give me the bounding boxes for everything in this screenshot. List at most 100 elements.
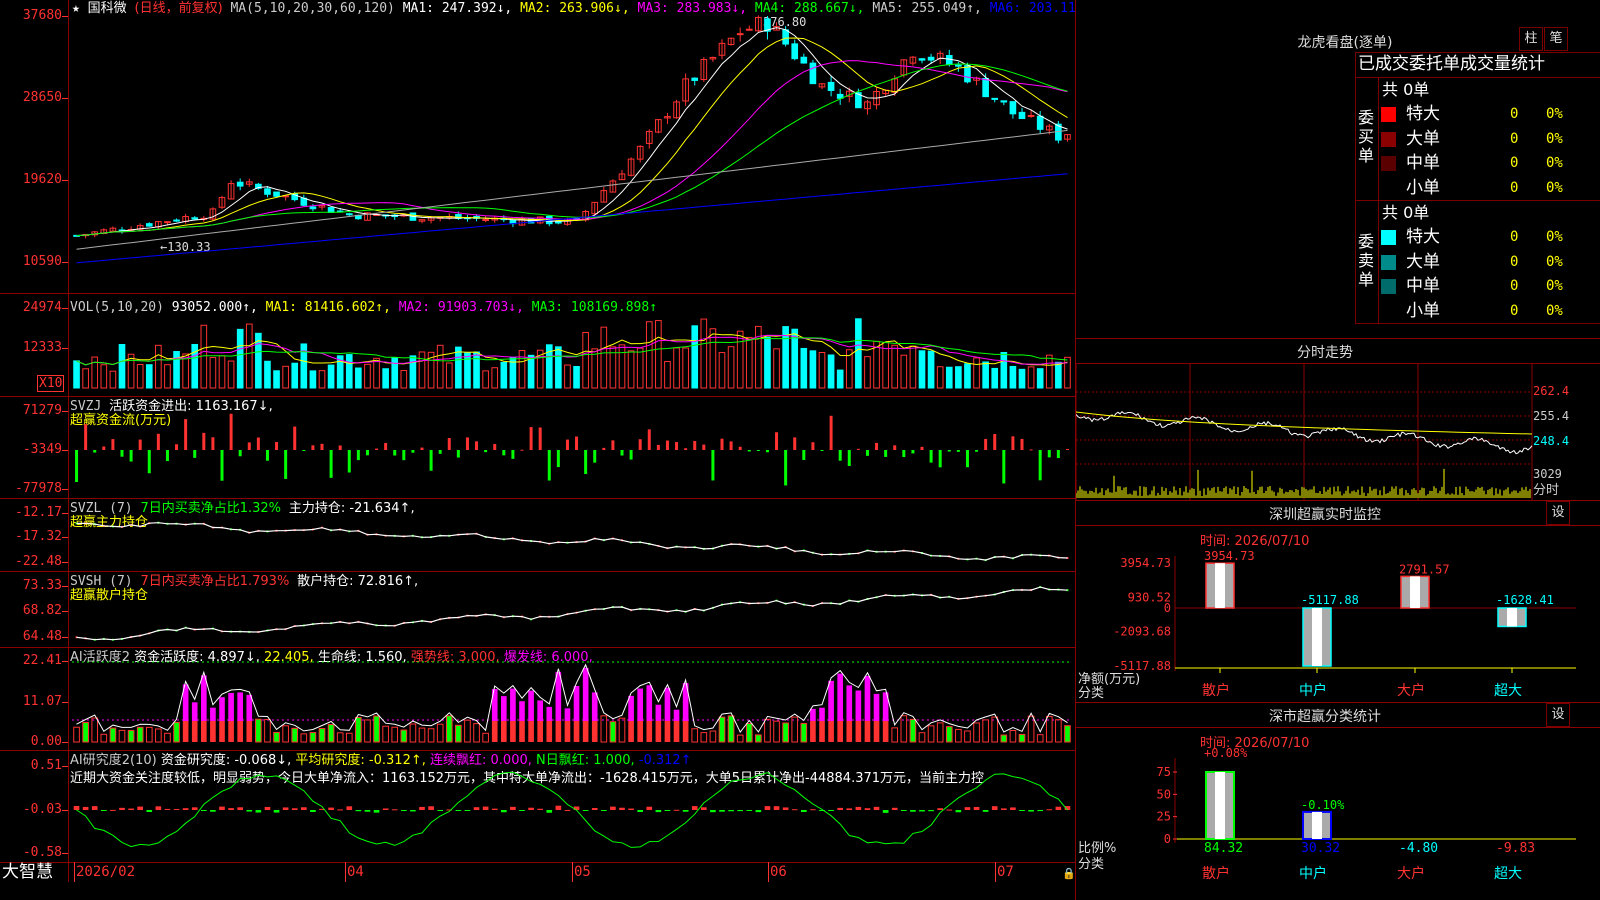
legend-swatch [1381,107,1396,122]
volume-bar [1064,356,1071,389]
ai2-bar [501,810,507,813]
ai1-base-bar [573,721,580,742]
ai2-bar [946,809,953,811]
ai1-bar [100,733,108,743]
intraday-chart[interactable] [1076,364,1600,500]
ai2-bar [791,809,798,811]
bar-toggle-button[interactable]: 柱 [1519,27,1543,51]
szcls-value-label: 84.32 [1204,841,1243,856]
ai2-bar [1019,810,1025,811]
flow-bar [320,443,324,450]
flow-bar [965,450,969,468]
flow-bar [920,446,924,450]
volume-bar [836,369,844,389]
row-name: 大单 [1406,251,1440,272]
row-count: 0 [1510,179,1519,196]
ai2-bar [546,810,553,813]
ai1-hot-bar [510,688,516,721]
ai2-bar [191,807,198,810]
ma60-line [76,129,1068,250]
ai1-bar [982,719,989,743]
ai1-base-bar [519,721,525,742]
buy-total: 共 0单 [1382,80,1430,99]
sz-class-settings-button[interactable]: 设 [1546,703,1570,727]
szmon-y-label: 3954.73 [1120,556,1171,570]
flow-bar [175,444,179,450]
indicator-charts[interactable] [0,0,1076,882]
volume-bar [600,326,608,389]
ai2-bar [1055,806,1062,810]
szmon-bar-highlight [1507,608,1517,627]
ai2-bar [810,809,816,811]
flow-bar [775,432,779,450]
candle-body [1036,115,1044,130]
ai1-base-bar [664,721,671,742]
flow-bar [356,450,360,461]
flow-bar [820,450,824,451]
flow-bar [1047,450,1051,458]
ai2-bar [337,809,343,811]
szcls-change-label: -0.10% [1301,798,1345,812]
date-label: 07 [997,864,1014,880]
candle-body [927,56,935,61]
szmon-y-label: -2093.68 [1113,625,1171,639]
ai2-bar [710,810,716,813]
ai2-bar [973,806,980,810]
ai1-base-bar [655,721,662,742]
row-pct: 0% [1546,155,1563,171]
flow-bar [311,445,315,450]
flow-bar [975,450,979,452]
volume-bar [882,342,889,389]
date-label: 04 [347,864,364,880]
volume-bar [964,363,971,389]
szmon-bar-label: 2791.57 [1399,562,1450,576]
ai2-bar [437,810,443,811]
ai1-bar [1009,730,1017,743]
ai2-bar [410,810,416,812]
flow-bar [711,450,715,481]
flow-bar [256,437,260,450]
row-name: 特大 [1406,227,1440,247]
ai1-hot-bar [864,675,871,721]
volume-bar [209,357,217,389]
ai2-bar [119,807,125,810]
ai1-hot-bar [519,701,525,721]
row-pct: 0% [1546,278,1563,294]
tick-toggle-button[interactable]: 笔 [1544,27,1568,51]
ai1-bar [355,716,362,743]
row-pct: 0% [1546,229,1563,245]
ai1-hot-bar [237,692,243,721]
candle-body [1009,101,1017,115]
ai1-bar [264,718,271,743]
ai2-bar [301,807,307,810]
candle-body [345,213,353,216]
ai1-bar [173,721,180,743]
volume-bar [945,366,953,389]
flow-bar [247,442,251,450]
ai1-base-bar [501,721,507,742]
ai2-bar [491,808,498,810]
volume-bar [564,364,571,389]
flow-bar [402,450,406,461]
flow-bar [665,440,669,450]
ai1-bar [918,732,926,743]
ai2-bar [164,808,171,810]
ai1-bar [273,731,280,743]
lock-icon[interactable]: 🔒 [1062,866,1076,881]
row-count: 0 [1510,130,1519,147]
flow-bar [956,450,960,452]
volume-bar [627,350,635,389]
flow-bar [875,442,879,450]
ai2-bar [555,805,562,810]
ai1-base-bar [546,721,553,742]
candle-body [945,55,953,66]
intraday-vol-unit: 分时 [1533,483,1560,498]
flow-bar [1020,438,1024,450]
szcls-y-label: 0 [1164,832,1171,846]
ai2-bar [619,807,625,810]
sz-monitor-settings-button[interactable]: 设 [1546,501,1570,525]
ai1-base-bar [537,721,543,742]
ai1-bar [991,716,999,743]
flow-bar [793,437,797,450]
row-count: 0 [1510,106,1519,122]
